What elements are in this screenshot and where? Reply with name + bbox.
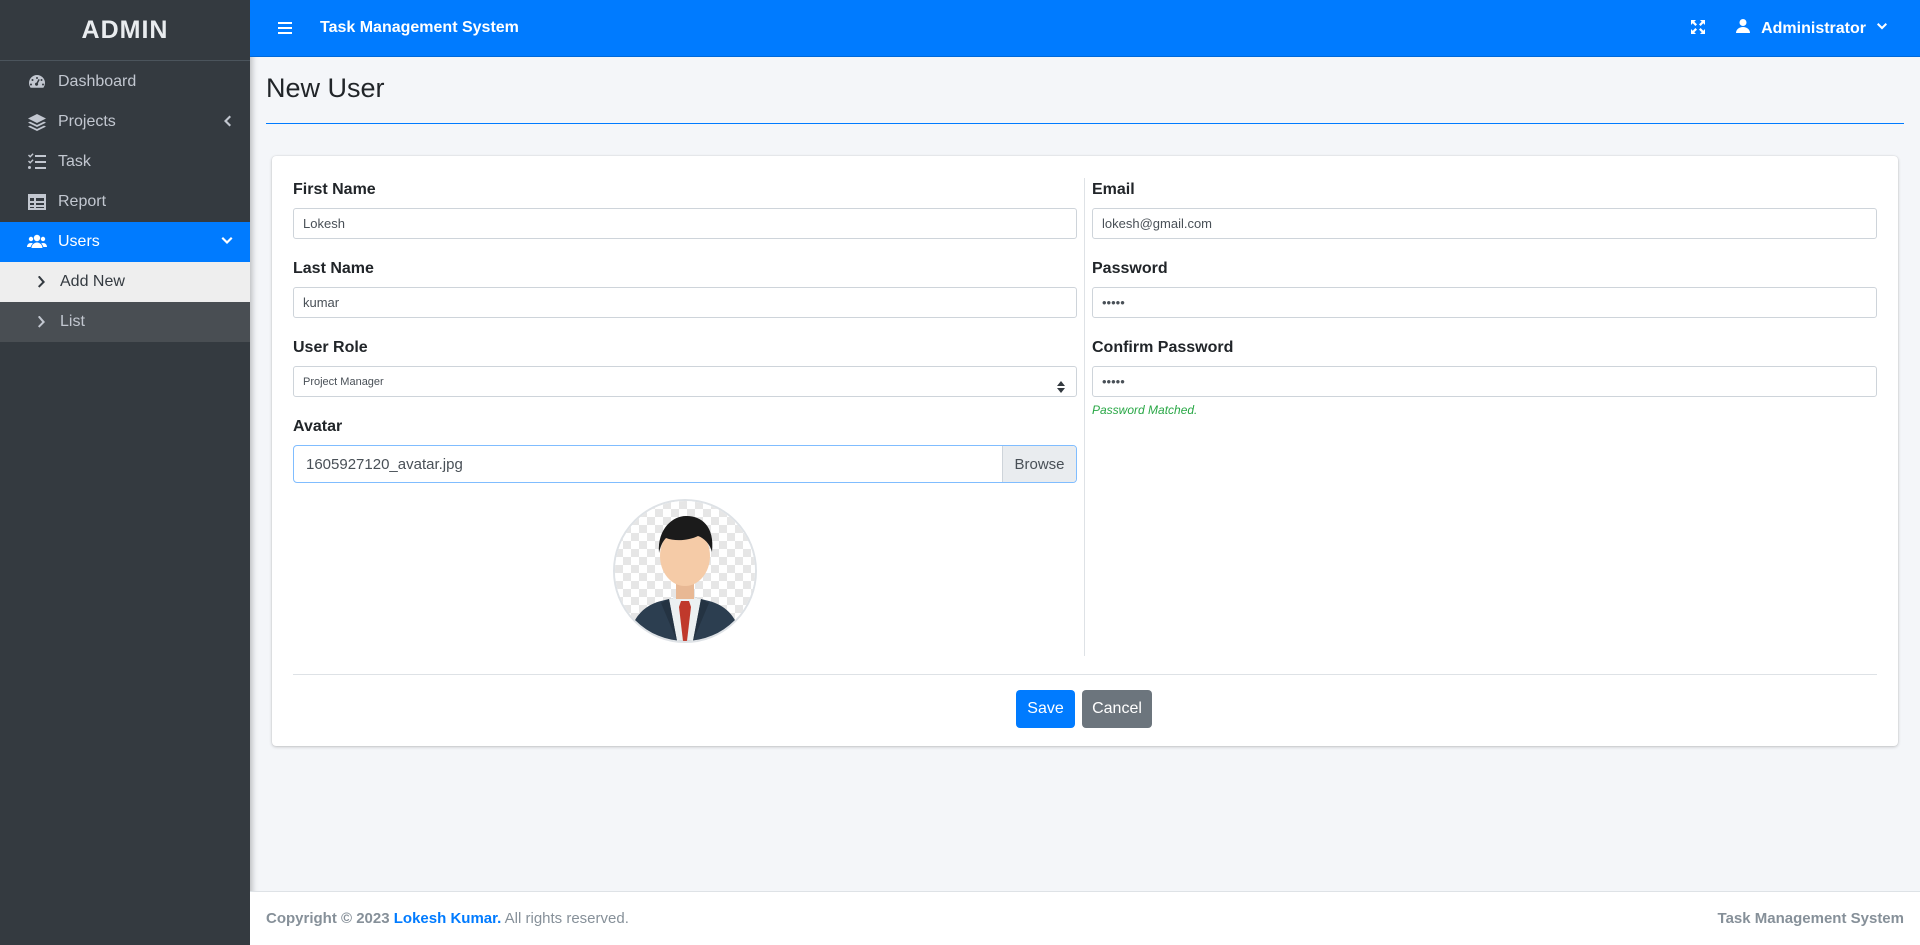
author-link[interactable]: Lokesh Kumar. — [394, 910, 502, 927]
brand-logo-text: ADMIN — [81, 15, 169, 44]
tasks-icon — [26, 151, 48, 173]
sidebar-item-label: Task — [58, 153, 91, 170]
email-label: Email — [1092, 181, 1135, 198]
first-name-field[interactable] — [293, 208, 1077, 239]
chevron-right-icon — [33, 314, 49, 330]
avatar-preview — [613, 499, 757, 643]
first-name-label: First Name — [293, 181, 376, 198]
users-icon — [26, 231, 48, 253]
email-field[interactable] — [1092, 208, 1877, 239]
sidebar: ADMIN Dashboard Projects Task Report Use… — [0, 0, 250, 945]
avatar-file-input[interactable]: 1605927120_avatar.jpg Browse — [293, 445, 1077, 483]
password-match-hint: Password Matched. — [1092, 403, 1198, 417]
sidebar-subitem-label: Add New — [60, 273, 125, 290]
page-title: New User — [266, 73, 385, 103]
rights-text: All rights reserved. — [504, 910, 629, 927]
password-label: Password — [1092, 260, 1168, 277]
email-group: Email — [1092, 178, 1877, 257]
fullscreen-icon[interactable] — [1690, 19, 1708, 37]
last-name-group: Last Name — [293, 257, 1077, 336]
user-role-selected: Project Manager — [303, 375, 384, 388]
user-dropdown[interactable]: Administrator — [1735, 18, 1888, 39]
form-column-left: First Name Last Name User Role Project M… — [293, 178, 1077, 643]
main-content: New User First Name Last Name User Role … — [250, 57, 1920, 891]
copyright-prefix: Copyright © 2023 — [266, 910, 390, 927]
table-icon — [26, 191, 48, 213]
sidebar-item-label: Projects — [58, 113, 116, 130]
sidebar-nav: Dashboard Projects Task Report Users Add… — [0, 61, 250, 342]
sidebar-item-report[interactable]: Report — [0, 182, 250, 222]
sidebar-subitem-label: List — [60, 313, 85, 330]
save-button[interactable]: Save — [1016, 690, 1075, 728]
sidebar-subitem-add-new[interactable]: Add New — [0, 262, 250, 302]
first-name-group: First Name — [293, 178, 1077, 257]
sidebar-item-label: Dashboard — [58, 73, 137, 90]
user-role-group: User Role Project Manager — [293, 336, 1077, 415]
layers-icon — [26, 111, 48, 133]
sidebar-item-projects[interactable]: Projects — [0, 102, 250, 142]
title-divider — [266, 123, 1904, 124]
sidebar-item-label: Users — [58, 233, 100, 250]
password-field[interactable] — [1092, 287, 1877, 318]
avatar-label: Avatar — [293, 418, 343, 435]
top-navbar: Task Management System Administrator — [250, 0, 1920, 57]
form-column-right: Email Password Confirm Password Password… — [1092, 178, 1877, 417]
browse-button[interactable]: Browse — [1002, 446, 1076, 482]
chevron-right-icon — [33, 274, 49, 290]
column-divider — [1084, 178, 1085, 656]
menu-toggle-icon[interactable] — [275, 18, 295, 38]
password-group: Password — [1092, 257, 1877, 336]
avatar-image — [615, 501, 755, 641]
user-icon — [1735, 18, 1761, 39]
user-name: Administrator — [1761, 19, 1866, 37]
last-name-field[interactable] — [293, 287, 1077, 318]
user-role-select[interactable]: Project Manager — [293, 366, 1077, 397]
confirm-password-field[interactable] — [1092, 366, 1877, 397]
last-name-label: Last Name — [293, 260, 374, 277]
brand[interactable]: ADMIN — [0, 0, 250, 61]
confirm-password-label: Confirm Password — [1092, 339, 1234, 356]
app-title[interactable]: Task Management System — [320, 19, 519, 37]
chevron-left-icon — [220, 114, 234, 128]
avatar-file-name: 1605927120_avatar.jpg — [306, 455, 463, 473]
chevron-down-icon — [220, 234, 234, 248]
form-footer-divider — [293, 674, 1877, 675]
cancel-button[interactable]: Cancel — [1082, 690, 1152, 728]
sort-arrows-icon — [1057, 381, 1065, 396]
user-role-label: User Role — [293, 339, 368, 356]
copyright: Copyright © 2023 Lokesh Kumar. All right… — [266, 910, 629, 927]
page-footer: Copyright © 2023 Lokesh Kumar. All right… — [250, 891, 1920, 945]
sidebar-item-label: Report — [58, 193, 107, 210]
avatar-group: Avatar 1605927120_avatar.jpg Browse — [293, 415, 1077, 483]
sidebar-item-task[interactable]: Task — [0, 142, 250, 182]
sidebar-item-users[interactable]: Users — [0, 222, 250, 262]
confirm-password-group: Confirm Password Password Matched. — [1092, 336, 1877, 417]
footer-app-name: Task Management System — [1717, 910, 1904, 927]
sidebar-subitem-list[interactable]: List — [0, 302, 250, 342]
sidebar-item-dashboard[interactable]: Dashboard — [0, 62, 250, 102]
chevron-down-icon — [1866, 20, 1888, 38]
new-user-card: First Name Last Name User Role Project M… — [272, 156, 1898, 746]
tachometer-icon — [26, 71, 48, 93]
